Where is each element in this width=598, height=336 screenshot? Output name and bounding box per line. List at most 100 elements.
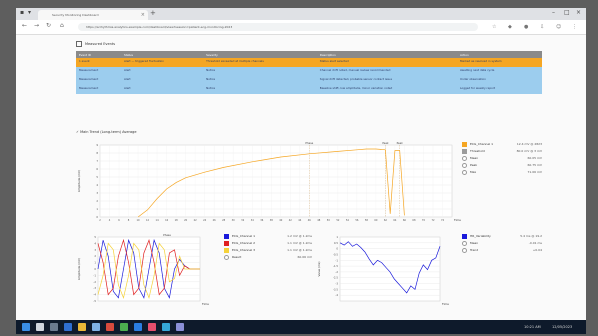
x-tick-label: 70 (422, 219, 426, 222)
column-header[interactable]: Action (456, 51, 542, 58)
y-tick-label: -1.5 (333, 264, 338, 268)
app-icon[interactable] (148, 323, 156, 331)
legend-item[interactable]: HR_Variability 5.4 ms @ 19.2 (462, 233, 542, 240)
legend-radio[interactable] (462, 162, 467, 168)
x-tick-label: 54 (346, 219, 350, 222)
taskbar-date[interactable]: 12/05/2023 (552, 320, 572, 334)
legend-item[interactable]: ECG_Channel 1 12.4 mV @ 2823 (462, 141, 542, 148)
x-tick-label: 26 (213, 219, 217, 222)
section-checkbox[interactable] (76, 41, 82, 47)
column-header[interactable]: Severity (203, 51, 317, 58)
legend-value: +0.04 (532, 248, 542, 252)
new-tab-icon[interactable]: + (150, 9, 156, 17)
table-row-selected[interactable]: 1 event Alert — triggered fluctuation Th… (76, 58, 542, 67)
mail-icon[interactable] (92, 323, 100, 331)
marker-label: Peak (382, 141, 389, 145)
legend-item[interactable]: ECG_Channel 2 1.1 mV @ 1.2ms (224, 240, 312, 247)
minimize-icon[interactable]: – (552, 8, 555, 18)
table-row[interactable]: Measurement Alert Notice Signal drift de… (76, 76, 542, 85)
legend-item[interactable]: Threshold 80.0 mV @ 3 mV (462, 148, 542, 155)
x-tick-label: 36 (260, 219, 264, 222)
y-tick-label: 8 (96, 151, 98, 155)
legend-item[interactable]: Mean 60.05 mV (462, 155, 542, 162)
x-tick-label: 22 (194, 219, 198, 222)
browser-tab[interactable]: Security Monitoring Dashboard × (38, 10, 148, 20)
plot-area (99, 144, 453, 218)
profile-icon[interactable]: ☺ (556, 24, 561, 30)
legend-item[interactable]: Trend +0.04 (462, 247, 542, 254)
x-tick-label: 12 (146, 219, 150, 222)
table-cell: Measurement (76, 85, 121, 94)
downloads-icon[interactable]: ⇩ (540, 24, 544, 30)
y-tick-label: 0.5 (334, 241, 338, 245)
app-icon[interactable] (176, 323, 184, 331)
legend-item[interactable]: ECG_Channel 3 1.1 mV @ 1.2ms (224, 247, 312, 254)
y-tick-label: -1 (335, 258, 338, 262)
table-cell: Measurement (76, 67, 121, 76)
app-icon[interactable] (162, 323, 170, 331)
table-row[interactable]: Measurement Alert Notice Baseline shift,… (76, 85, 542, 94)
table-row[interactable]: Measurement Alert Notice Channel drift n… (76, 67, 542, 76)
forward-icon[interactable]: → (34, 22, 39, 29)
sync-icon[interactable]: ● (524, 24, 528, 30)
legend-item[interactable]: Peak 60.75 mV (462, 162, 542, 169)
legend-swatch[interactable] (224, 240, 229, 246)
legend-swatch[interactable] (224, 247, 229, 253)
x-tick-label: 34 (251, 219, 255, 222)
tab-list-icon[interactable]: ▾ (28, 8, 31, 18)
file-explorer-icon[interactable] (78, 323, 86, 331)
legend-radio[interactable] (462, 155, 467, 161)
column-header[interactable]: Status (121, 51, 204, 58)
section-title: Measured Events (85, 42, 116, 46)
checkmark-icon[interactable]: ✓ (76, 130, 79, 134)
legend-item[interactable]: ECG_Channel 1 1.2 mV @ 1.2ms (224, 233, 312, 240)
window-menu-icon[interactable]: ▪ (20, 8, 24, 18)
menu-icon[interactable]: ⋮ (572, 24, 577, 30)
legend-swatch[interactable] (462, 141, 467, 147)
legend-radio[interactable] (462, 240, 467, 246)
edge-icon[interactable] (64, 323, 72, 331)
address-bar-row: ← → ↻ ⌂ https://arrhythmia.analytics.exa… (16, 20, 586, 35)
search-icon[interactable] (36, 323, 44, 331)
app-icon[interactable] (120, 323, 128, 331)
taskbar-time[interactable]: 10:21 AM (524, 320, 541, 334)
url-input[interactable]: https://arrhythmia.analytics.example.com… (78, 23, 478, 31)
table-cell: Notice (203, 67, 317, 76)
legend-item[interactable]: Mean -0.01 ms (462, 240, 542, 247)
x-tick-label: 48 (317, 219, 321, 222)
reload-icon[interactable]: ↻ (46, 22, 51, 29)
y-tick-label: 9 (96, 143, 98, 147)
legend-swatch[interactable] (224, 233, 229, 239)
app-icon[interactable] (106, 323, 114, 331)
table-cell: Baseline shift, low amplitude, minor var… (316, 85, 457, 94)
back-icon[interactable]: ← (22, 22, 27, 29)
legend-swatch[interactable] (462, 148, 467, 154)
waveform-legend: ECG_Channel 1 1.2 mV @ 1.2ms ECG_Channel 2… (224, 233, 312, 261)
legend-radio[interactable] (462, 169, 467, 175)
close-window-icon[interactable]: × (576, 8, 581, 18)
app-icon[interactable] (134, 323, 142, 331)
marker-label: Phase (305, 141, 313, 145)
maximize-icon[interactable]: □ (564, 8, 570, 18)
legend-radio[interactable] (462, 247, 467, 253)
bookmark-icon[interactable]: ☆ (492, 24, 496, 30)
home-icon[interactable]: ⌂ (60, 22, 64, 29)
column-header[interactable]: Event ID (76, 51, 121, 58)
start-icon[interactable] (22, 323, 30, 331)
y-axis-label: Amplitude (mV) (77, 258, 81, 280)
legend-swatch[interactable] (462, 233, 467, 239)
legend-item[interactable]: Max 71.06 mV (462, 169, 542, 176)
legend-radio[interactable] (224, 254, 229, 260)
legend-label: Mean (470, 156, 479, 160)
task-view-icon[interactable] (50, 323, 58, 331)
column-header[interactable]: Description (316, 51, 457, 58)
close-tab-icon[interactable]: × (141, 10, 145, 20)
y-tick-label: 1 (96, 207, 98, 211)
legend-label: HR_Variability (470, 234, 491, 238)
legend-item[interactable]: Result 60.06 mV (224, 254, 312, 261)
y-tick-label: 2 (94, 254, 96, 258)
browser-window: ▪ ▾ Security Monitoring Dashboard × + – … (16, 8, 586, 320)
y-tick-label: -5 (93, 299, 96, 303)
x-tick-label: 32 (241, 219, 245, 222)
extension-icon[interactable]: ◆ (508, 24, 512, 30)
